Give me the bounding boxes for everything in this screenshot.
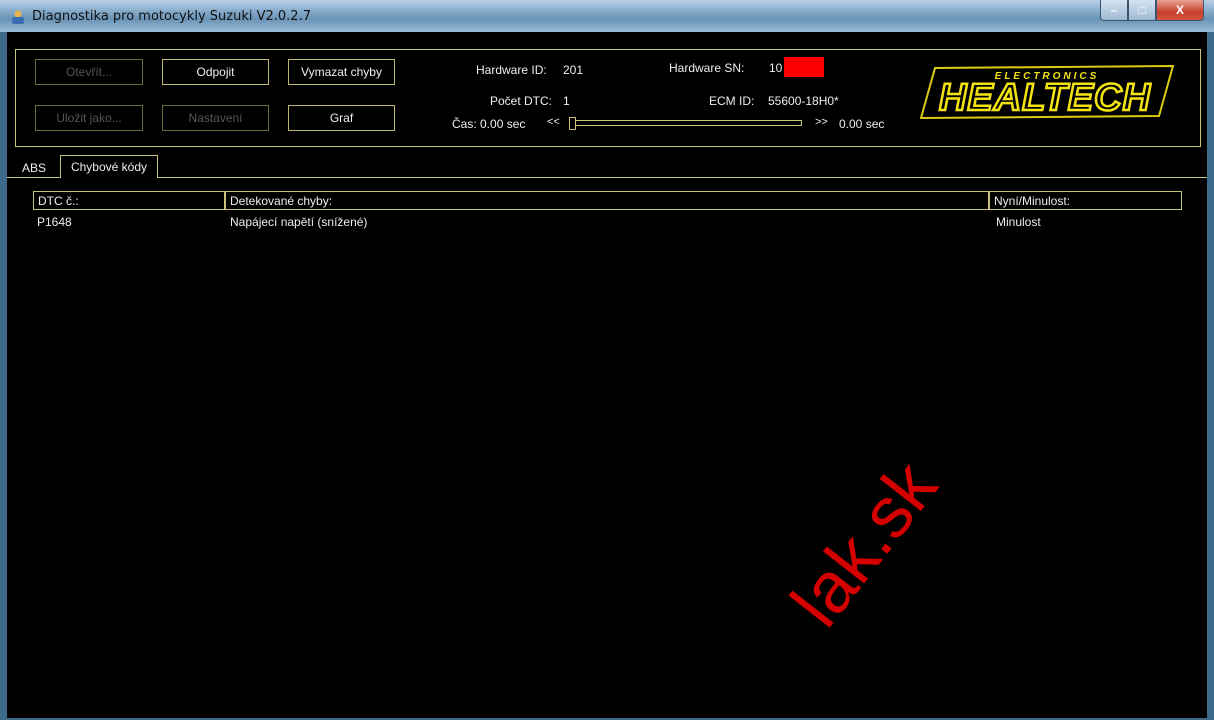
disconnect-button[interactable]: Odpojit [162, 59, 269, 85]
time-slider-track[interactable] [571, 120, 802, 126]
settings-button[interactable]: Nastavení [162, 105, 269, 131]
clear-errors-button[interactable]: Vymazat chyby [288, 59, 395, 85]
hardware-sn-label: Hardware SN: [669, 61, 745, 75]
redacted-serial-block [784, 57, 824, 77]
time-readout: Čas: 0.00 sec [452, 117, 526, 131]
maximize-button[interactable]: □ [1128, 0, 1156, 21]
app-icon [12, 10, 24, 24]
title-bar: Diagnostika pro motocykly Suzuki V2.0.2.… [0, 0, 1214, 32]
active-tab-gap [61, 176, 156, 179]
column-header-dtc[interactable]: DTC č.: [33, 191, 225, 210]
healtech-logo: ELECTRONICS HEALTECH [919, 64, 1175, 120]
hardware-sn-value: 10 [769, 61, 783, 75]
column-header-errors[interactable]: Detekované chyby: [225, 191, 989, 210]
table-row-status[interactable]: Minulost [996, 215, 1041, 229]
dtc-count-value: 1 [563, 94, 570, 108]
table-row-dtc-code[interactable]: P1648 [37, 215, 72, 229]
tab-error-codes[interactable]: Chybové kódy [60, 155, 158, 178]
hardware-id-value: 201 [563, 63, 584, 77]
time-slider-thumb[interactable] [569, 117, 576, 130]
open-button[interactable]: Otevřít... [35, 59, 143, 85]
ecm-id-value: 55600-18H0* [768, 94, 839, 108]
end-time-readout: 0.00 sec [839, 117, 885, 131]
rewind-button[interactable]: << [547, 116, 560, 128]
window-title: Diagnostika pro motocykly Suzuki V2.0.2.… [32, 9, 311, 24]
dtc-count-label: Počet DTC: [490, 94, 553, 108]
window-controls: – □ X [1100, 0, 1204, 22]
save-as-button[interactable]: Uložit jako... [35, 105, 143, 131]
tab-abs[interactable]: ABS [16, 158, 52, 178]
column-header-status[interactable]: Nyní/Minulost: [989, 191, 1182, 210]
logo-text: HEALTECH [939, 77, 1152, 119]
hardware-id-label: Hardware ID: [476, 63, 547, 77]
ecm-id-label: ECM ID: [709, 94, 755, 108]
tab-strip-line [7, 177, 1207, 178]
graph-button[interactable]: Graf [288, 105, 395, 131]
forward-button[interactable]: >> [815, 116, 828, 128]
table-row-description[interactable]: Napájecí napětí (snížené) [230, 215, 367, 229]
close-button[interactable]: X [1156, 0, 1204, 21]
minimize-button[interactable]: – [1100, 0, 1128, 21]
